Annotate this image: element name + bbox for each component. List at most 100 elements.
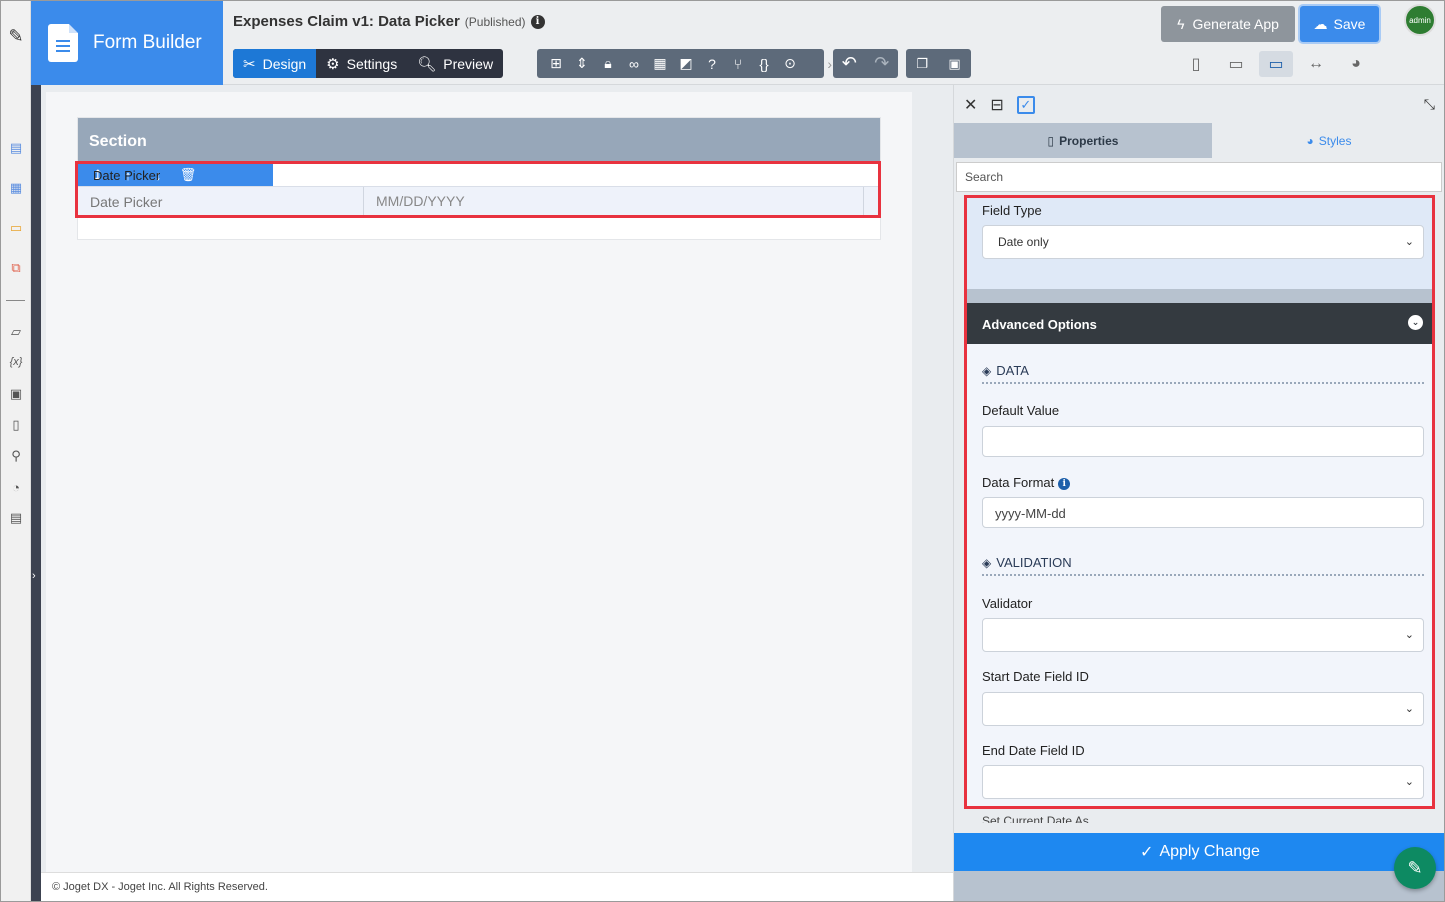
chevron-down-icon: ⌄	[1404, 236, 1414, 248]
form-section[interactable]: Section Date Picker ↥ ↑ ↓ 🗑︎ Date Picker…	[75, 117, 881, 240]
field-type-value: Date only	[998, 235, 1049, 249]
info-icon[interactable]: i	[1058, 477, 1071, 490]
tab-preview-label: Preview	[443, 55, 494, 72]
lock-icon[interactable]: 🔒︎	[595, 55, 621, 72]
plugin-icon[interactable]: ⚲	[7, 447, 25, 465]
start-date-select[interactable]: ⌄	[982, 692, 1424, 726]
form-icon[interactable]: ▤	[7, 139, 25, 157]
notes-icon[interactable]: ▱	[7, 323, 25, 341]
app-title: Form Builder	[93, 31, 202, 53]
tab-properties-label: Properties	[1059, 133, 1119, 148]
generate-app-label: Generate App	[1192, 16, 1279, 32]
resources-icon[interactable]: ▣	[7, 385, 25, 403]
date-picker-input[interactable]: MM/DD/YYYY	[364, 187, 864, 215]
camera-icon[interactable]: ⊙	[777, 55, 803, 72]
advanced-options-label: Advanced Options	[982, 317, 1097, 332]
validator-select[interactable]: ⌄	[982, 618, 1424, 652]
edit-pencil-button[interactable]: ✎	[1394, 847, 1436, 889]
copy-icon[interactable]: ❐	[916, 56, 928, 72]
toolbar-clipboard: ❐ ▣	[906, 49, 971, 78]
tab-design[interactable]: ✂ Design	[233, 49, 317, 78]
form-title-text: Expenses Claim v1: Data Picker	[233, 13, 460, 30]
layers-icon: ◈	[982, 555, 992, 570]
sidebar-toggle-bar[interactable]: ›	[31, 85, 41, 902]
tab-settings[interactable]: ⚙ Settings	[316, 49, 407, 78]
chevron-down-icon[interactable]: ⌄	[1408, 315, 1423, 330]
save-button[interactable]: ☁ Save	[1300, 6, 1379, 42]
delete-icon[interactable]: 🗑︎	[173, 167, 203, 183]
datalist-icon[interactable]: ▦	[7, 179, 25, 197]
generate-app-button[interactable]: ϟ Generate App	[1161, 6, 1295, 42]
check-icon[interactable]: ✓	[1016, 96, 1035, 114]
check-icon: ✓	[1140, 844, 1154, 861]
tab-styles-label: Styles	[1318, 133, 1352, 148]
redo-icon[interactable]: ↷	[874, 53, 889, 74]
mobile-icon[interactable]: ▯	[1179, 51, 1213, 77]
edit-app-icon[interactable]: ✎	[7, 26, 25, 46]
paste-icon[interactable]: ▣	[948, 56, 960, 72]
panel-top-icons: ✕ ⊟ ✓	[964, 95, 1035, 115]
apply-change-button[interactable]: ✓ Apply Change	[954, 833, 1445, 871]
field-type-label: Field Type	[982, 203, 1042, 218]
tab-preview[interactable]: 🔍︎ Preview	[407, 49, 503, 78]
bolt-icon: ϟ	[1177, 16, 1185, 32]
json-icon[interactable]: {}	[751, 56, 777, 72]
preview-icon: 🔍︎	[417, 55, 437, 73]
toolbar-tools: ⊞ ⇕ 🔒︎ ∞ ▦ ◩ ? ⑂ {} ⊙	[537, 49, 832, 78]
save-label: Save	[1333, 16, 1366, 32]
logs-icon[interactable]: ▤	[7, 509, 25, 527]
property-search-input[interactable]: Search	[956, 162, 1442, 192]
userview-icon[interactable]: ▭	[7, 219, 25, 237]
compress-icon[interactable]: ⤡	[1424, 96, 1435, 113]
group-data-heading: ◈ DATA	[982, 363, 1424, 384]
tab-design-label: Design	[262, 55, 307, 72]
chevron-down-icon: ⌄	[1404, 629, 1414, 641]
avatar-text: admin	[1409, 15, 1431, 25]
expand-icon[interactable]: ›	[32, 570, 36, 582]
variables-icon[interactable]: {x}	[7, 353, 25, 371]
tab-properties[interactable]: ▯ Properties	[954, 123, 1212, 158]
advanced-options-header[interactable]: Advanced Options ⌄	[967, 303, 1432, 344]
end-date-select[interactable]: ⌄	[982, 765, 1424, 799]
avatar[interactable]: admin	[1404, 4, 1436, 36]
group-data-label: DATA	[996, 363, 1029, 378]
undo-icon[interactable]: ↶	[842, 53, 857, 74]
palette-icon[interactable]: ◕	[1339, 51, 1373, 77]
file-icon[interactable]: ▯	[7, 416, 25, 434]
toolbar-history: ↶ ↷	[833, 49, 898, 78]
table-icon[interactable]: ▦	[647, 55, 673, 72]
tree-icon[interactable]: ⊞	[543, 55, 569, 72]
laptop-icon[interactable]: ▭	[1259, 51, 1293, 77]
branch-icon[interactable]: ⑂	[725, 56, 751, 72]
element-toolbar: Date Picker ↥ ↑ ↓ 🗑︎	[78, 164, 273, 186]
tab-styles[interactable]: ◕ Styles	[1212, 123, 1445, 158]
sort-icon[interactable]: ⇕	[569, 55, 595, 72]
performance-icon[interactable]: ◔	[7, 478, 25, 496]
date-picker-element[interactable]: Date Picker MM/DD/YYYY	[78, 186, 878, 215]
fullwidth-icon[interactable]: ↔	[1299, 51, 1333, 77]
binoculars-icon[interactable]: ∞	[621, 56, 647, 72]
section-title: Section	[78, 118, 880, 162]
data-format-input[interactable]: yyyy-MM-dd	[982, 497, 1424, 528]
data-format-label: Data Format i	[982, 475, 1071, 490]
form-canvas: Section Date Picker ↥ ↑ ↓ 🗑︎ Date Picker…	[46, 92, 912, 872]
field-type-select[interactable]: Date only ⌄	[982, 225, 1424, 259]
process-icon[interactable]: ⧉	[7, 259, 25, 277]
device-preview-switcher: ▯ ▭ ▭ ↔ ◕	[1179, 51, 1373, 77]
start-date-label: Start Date Field ID	[982, 669, 1089, 684]
default-value-input[interactable]	[982, 426, 1424, 457]
help-icon[interactable]: ?	[699, 56, 725, 72]
window-icon[interactable]: ⊟	[990, 95, 1003, 115]
mode-tabs: ✂ Design ⚙ Settings 🔍︎ Preview	[233, 49, 504, 78]
group-validation-heading: ◈ VALIDATION	[982, 555, 1424, 576]
property-form-highlight: Field Type Date only ⌄ Advanced Options …	[964, 195, 1435, 809]
design-icon: ✂	[243, 55, 256, 73]
info-icon[interactable]: i	[530, 14, 545, 29]
tablet-icon[interactable]: ▭	[1219, 51, 1253, 77]
tab-settings-label: Settings	[346, 55, 398, 72]
panel-footer	[954, 871, 1445, 902]
validator-label: Validator	[982, 596, 1033, 611]
translate-icon[interactable]: ◩	[673, 55, 699, 72]
close-icon[interactable]: ✕	[964, 95, 977, 115]
group-validation-label: VALIDATION	[996, 555, 1072, 570]
